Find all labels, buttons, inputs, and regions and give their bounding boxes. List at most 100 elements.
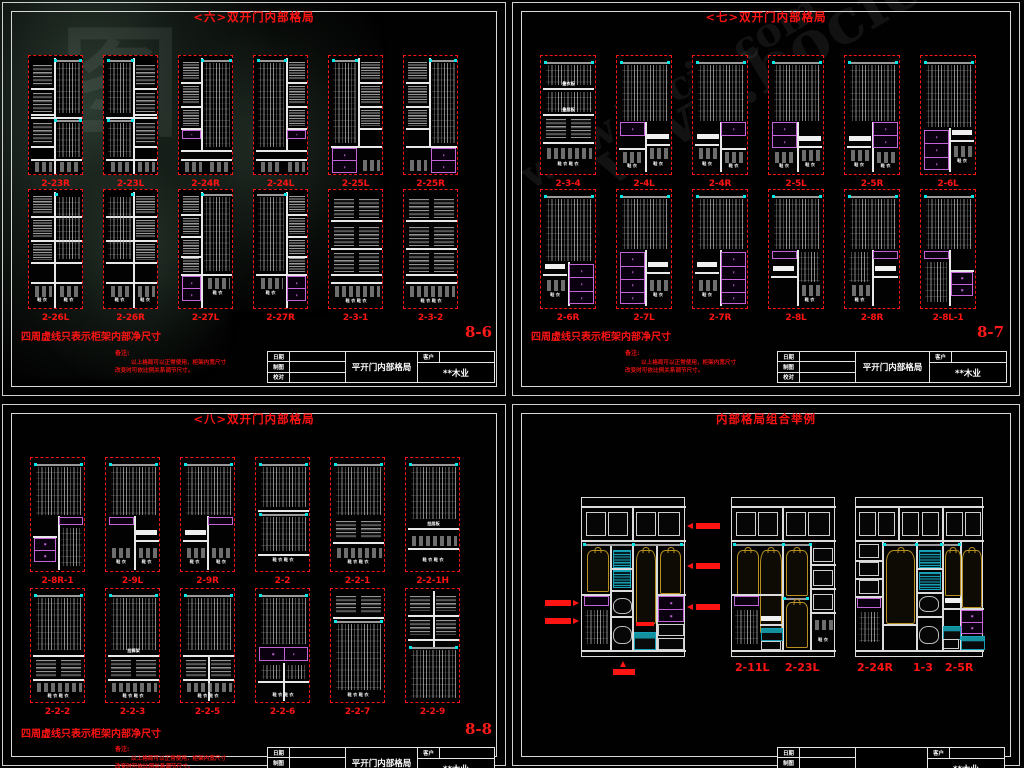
layout-cell[interactable]: 2-25R [403,55,458,189]
layout-cell[interactable]: 鞋 衣 鞋 衣 2-5L [768,55,824,189]
cell-label: 2-6R [556,313,580,323]
drawer-box[interactable] [182,276,201,301]
layout-cell[interactable]: 鞋 衣 鞋 衣 2-2-6 [255,588,310,717]
drawer-box[interactable] [951,272,973,296]
client-value[interactable] [952,352,1006,362]
cell-label: 2-3-1 [342,313,369,323]
layout-cell[interactable]: 叠衣板 叠层板 鞋 衣 鞋 衣 2-3-4 [540,55,596,189]
combo-wardrobe-1[interactable] [581,497,686,657]
company-name: **木业 [928,763,1004,768]
layout-cell[interactable]: 鞋 衣 鞋 衣 2-2-1 [330,457,385,586]
drawer-box[interactable] [658,596,684,622]
layout-cell[interactable]: 2-23L [103,55,158,189]
layout-cell[interactable]: 2-25L [328,55,383,189]
date-value[interactable] [290,748,345,757]
trouser-rack[interactable] [208,517,233,525]
layout-cell[interactable]: 2-8R-1 [30,457,85,586]
layout-cell[interactable]: 鞋 衣 鞋 衣 2-2 [255,457,310,586]
drawer-box[interactable] [287,276,306,301]
layout-cell[interactable]: 鞋 衣 2-8R [844,189,900,323]
trouser-rack[interactable] [620,122,645,136]
drawn-by-value[interactable] [290,758,345,767]
layout-cell[interactable]: 鞋 衣 鞋 衣 2-9R [180,457,235,586]
trouser-rack[interactable] [584,596,609,606]
date-value[interactable] [290,352,345,361]
hanging-long-coat [636,550,656,624]
drawn-by-value[interactable] [800,362,855,371]
client-value[interactable] [950,748,1004,758]
trouser-rack[interactable] [734,596,759,606]
drawer-box[interactable] [658,624,684,636]
layout-cell[interactable]: 鞋 衣 鞋 衣 2-2-7 [330,588,385,717]
trouser-rack[interactable] [772,251,797,259]
drawer-box[interactable] [961,610,983,634]
layout-cell[interactable]: 鞋 衣 鞋 衣 2-4L [616,55,672,189]
layout-cell[interactable]: 鞋 衣 鞋 衣 2-3-2 [403,189,458,323]
drawer-box[interactable] [431,148,456,173]
checked-by-value[interactable] [800,373,855,382]
client-value[interactable] [440,352,494,362]
drawer-stack[interactable] [569,264,594,304]
layout-cell[interactable]: 2-23R [28,55,83,189]
layout-cell[interactable]: 鞋 衣 鞋 衣 2-2-5 [180,588,235,717]
drawer-pair[interactable] [259,647,308,661]
trouser-rack[interactable] [873,251,898,259]
layout-cell[interactable]: 鞋 衣 鞋 衣 2-4R [692,55,748,189]
checked-by-label: 校对 [268,372,290,382]
trouser-rack[interactable] [721,122,746,136]
layout-cell[interactable]: 鞋 衣 2-27L [178,189,233,323]
layout-cell[interactable]: 2-24L [253,55,308,189]
drawer-stack[interactable] [620,252,645,304]
inline-part-label: 挂层板 [427,521,440,526]
client-label: 客户 [930,352,952,362]
layout-cell[interactable]: 鞋 衣 鞋 衣 2-2-2 [30,588,85,717]
layout-cell[interactable]: 鞋 衣 鞋 衣 2-3-1 [328,189,383,323]
layout-cell[interactable]: 2-2-9 [405,588,460,717]
drawer-stack[interactable] [721,252,746,304]
drawer-box[interactable] [761,641,781,650]
date-value[interactable] [800,748,855,757]
drawn-by-value[interactable] [800,758,855,767]
combo-wardrobe-3[interactable] [855,497,985,657]
layout-cell[interactable]: 挂裤架 鞋 衣 鞋 衣 2-2-3 [105,588,160,717]
layout-cell[interactable]: 2-8L-1 [920,189,976,323]
company-name: **木业 [418,763,494,768]
layout-cell[interactable]: 鞋 衣 2-6R [540,189,596,323]
drawer-box[interactable] [772,122,797,148]
layout-cell[interactable]: 2-24R [178,55,233,189]
layout-cell[interactable]: 鞋 衣 鞋 衣 2-26L [28,189,83,323]
drawer-stack[interactable] [924,130,949,170]
trouser-rack[interactable] [109,517,134,525]
trouser-rack[interactable] [924,251,949,259]
drawer-box[interactable] [34,538,56,562]
layout-cell[interactable]: 鞋 衣 2-7R [692,189,748,323]
callout-arrow-icon [687,563,693,569]
layout-cell[interactable]: 鞋 衣 2-7L [616,189,672,323]
drawer-box[interactable] [332,148,357,173]
layout-cell[interactable]: 鞋 衣 2-6L [920,55,976,189]
cell-label: 2-2-1H [416,576,449,586]
title-block: 日期 制图 校对 平开门内部格局 客户 [777,351,1007,383]
drawer-box[interactable] [658,638,684,650]
combo-wardrobe-2[interactable]: 鞋 衣 [731,497,836,657]
drawer-box[interactable] [182,130,201,139]
date-value[interactable] [800,352,855,361]
drawing-name: 平开门内部格局 [862,363,923,373]
bedding-bundle [922,512,939,536]
drawer-box[interactable] [943,639,959,649]
layout-cell[interactable]: 鞋 衣 鞋 衣 2-26R [103,189,158,323]
client-value[interactable] [440,748,494,758]
combo-part-label: 2-24R [857,661,893,674]
drawn-by-value[interactable] [290,362,345,371]
checked-by-value[interactable] [290,373,345,382]
layout-cell[interactable]: 鞋 衣 鞋 衣 2-5R [844,55,900,189]
drawer-box[interactable] [873,122,898,148]
trouser-rack[interactable] [59,517,83,525]
layout-cell[interactable]: 挂层板 鞋 衣 鞋 衣 2-2-1H [405,457,460,586]
trouser-rack[interactable] [857,598,881,608]
storage-bin [761,628,783,641]
layout-cell[interactable]: 鞋 衣 鞋 衣 2-9L [105,457,160,586]
drawer-box[interactable] [287,130,306,139]
layout-cell[interactable]: 鞋 衣 2-27R [253,189,308,323]
layout-cell[interactable]: 鞋 衣 2-8L [768,189,824,323]
